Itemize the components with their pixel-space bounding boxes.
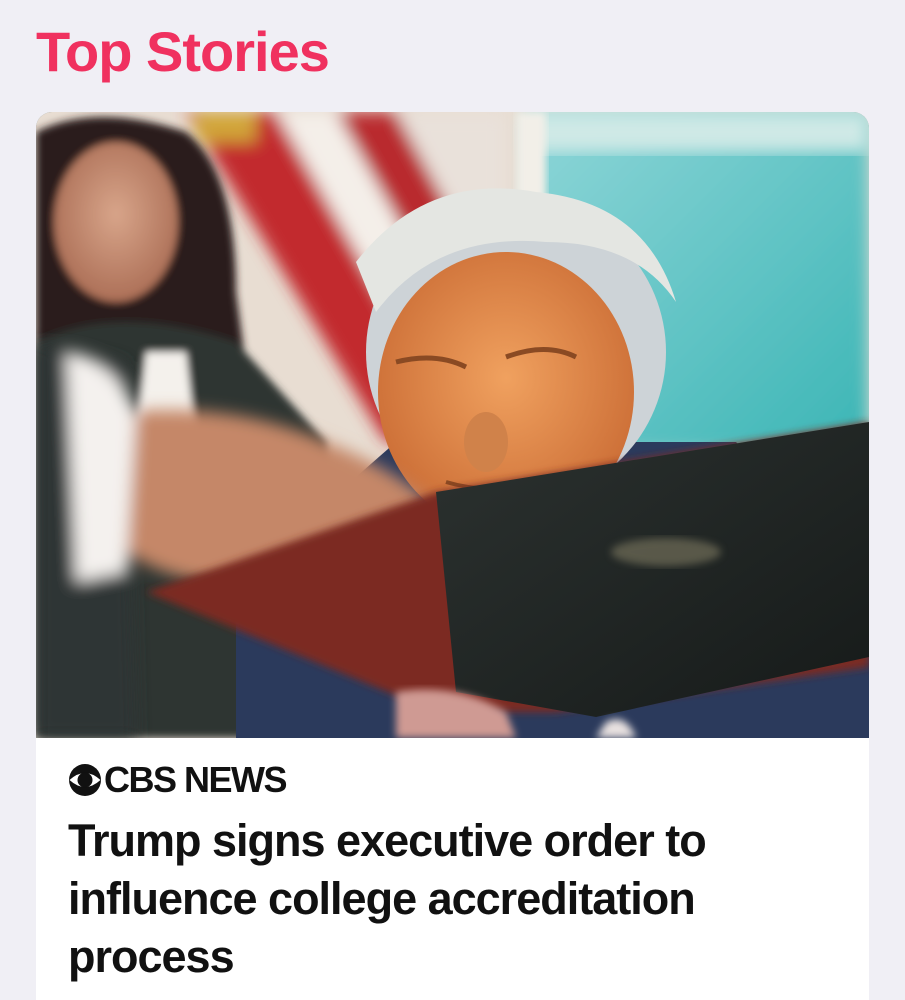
- story-photo-illustration: [36, 112, 869, 738]
- story-photo[interactable]: [36, 112, 869, 738]
- source-name: CBS NEWS: [104, 759, 288, 800]
- story-headline[interactable]: Trump signs executive order to influence…: [68, 812, 758, 986]
- news-page: Top Stories CBS NEWS Trump signs executi…: [0, 0, 905, 1000]
- section-title: Top Stories: [36, 20, 330, 83]
- source-logo: CBS NEWS: [68, 760, 837, 800]
- cbs-eye-icon: [69, 764, 101, 796]
- story-body: CBS NEWS Trump signs executive order to …: [36, 738, 869, 986]
- top-story-card[interactable]: CBS NEWS Trump signs executive order to …: [36, 112, 869, 1000]
